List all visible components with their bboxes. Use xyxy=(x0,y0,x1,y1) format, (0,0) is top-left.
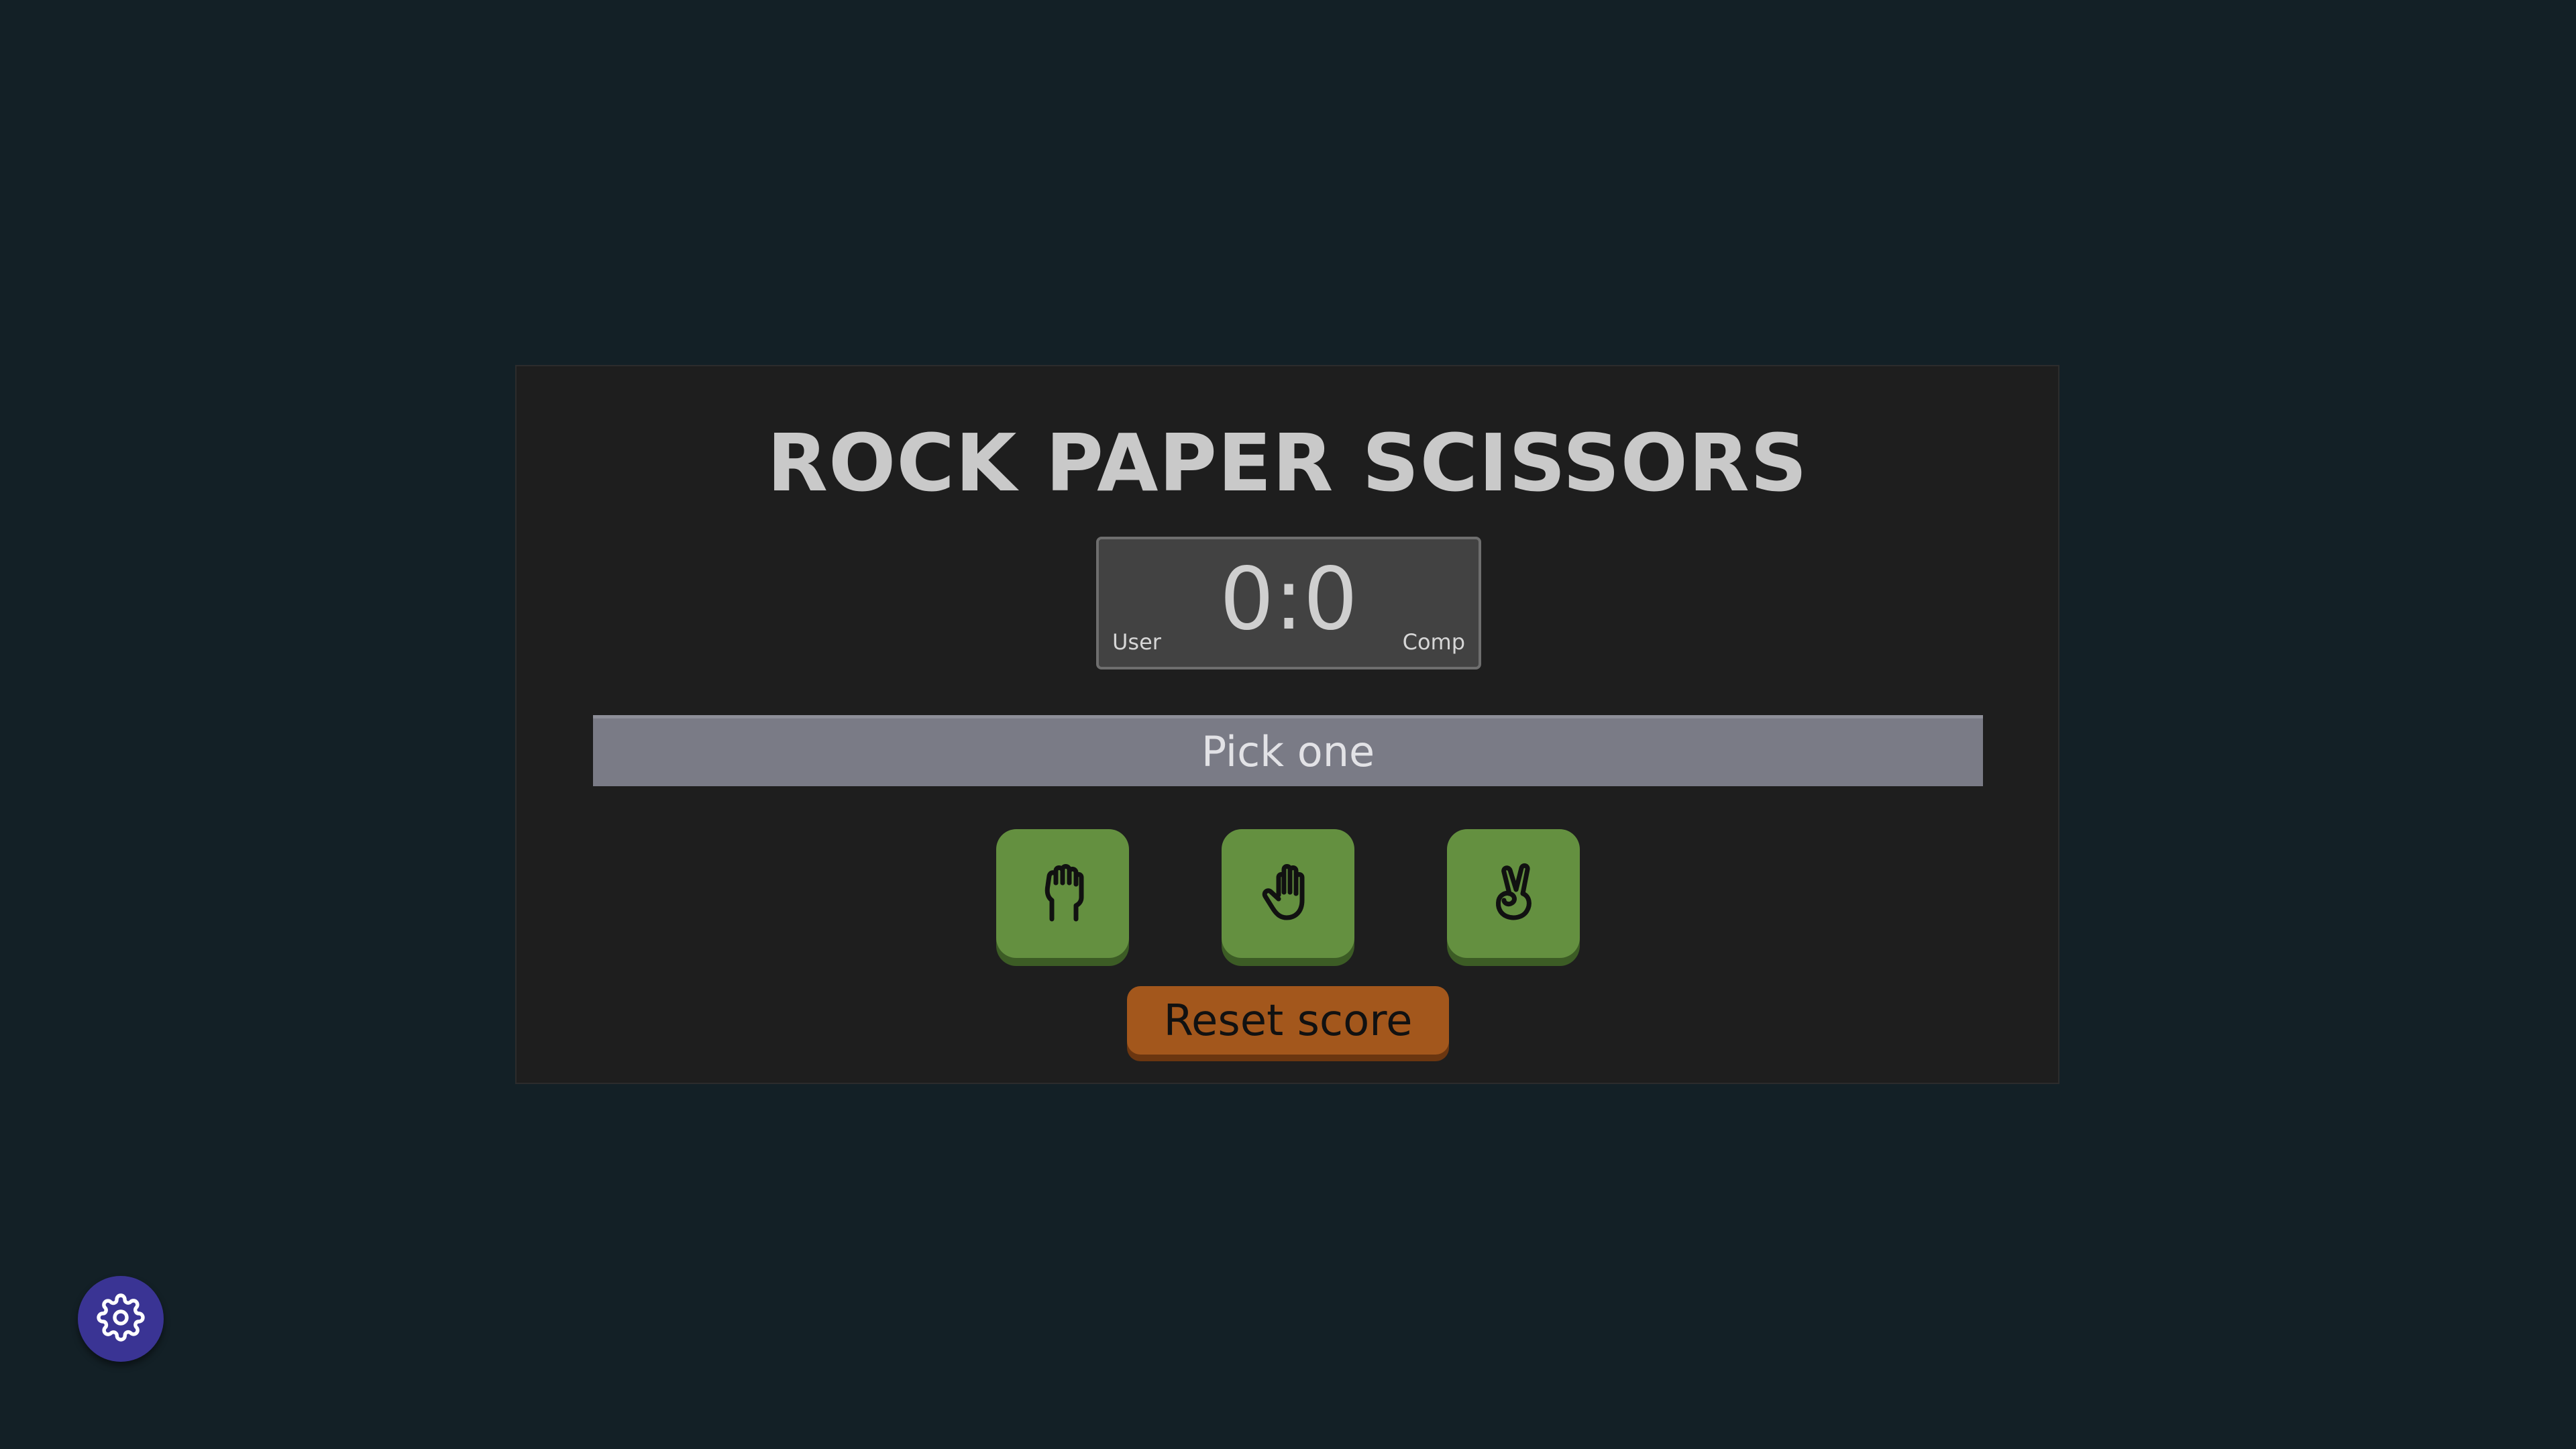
victory-hand-icon xyxy=(1480,859,1547,928)
reset-score-button[interactable]: Reset score xyxy=(1127,986,1449,1055)
scissors-button[interactable] xyxy=(1447,829,1580,958)
comp-score-label: Comp xyxy=(1402,629,1465,655)
paper-button[interactable] xyxy=(1222,829,1354,958)
settings-button[interactable] xyxy=(78,1276,164,1362)
scoreboard: 0:0 User Comp xyxy=(1096,537,1481,669)
fist-icon xyxy=(1029,859,1096,928)
open-hand-icon xyxy=(1254,859,1322,928)
game-title: ROCK PAPER SCISSORS xyxy=(767,417,1808,509)
user-score-label: User xyxy=(1112,629,1161,655)
status-message: Pick one xyxy=(593,715,1983,786)
gear-icon xyxy=(97,1293,145,1344)
rock-button[interactable] xyxy=(996,829,1129,958)
game-panel: ROCK PAPER SCISSORS 0:0 User Comp Pick o… xyxy=(515,365,2059,1084)
